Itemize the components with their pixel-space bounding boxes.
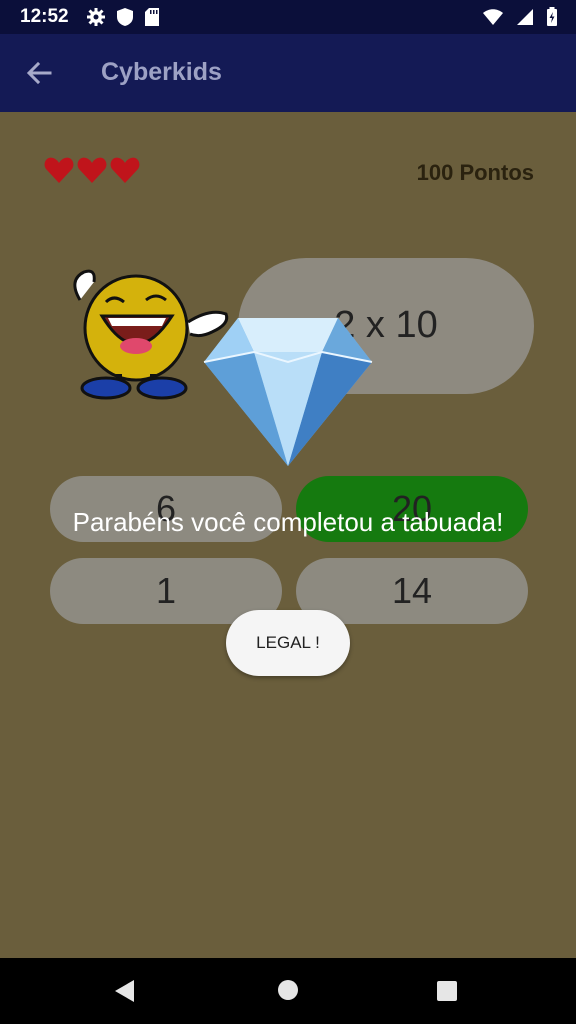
- sd-card-icon: [145, 8, 159, 26]
- completion-message: Parabéns você completou a tabuada!: [72, 507, 504, 537]
- app-title: Cyberkids: [101, 58, 222, 86]
- system-nav-bar: [0, 958, 576, 1024]
- status-icons-right: [482, 7, 558, 27]
- nav-home-icon[interactable]: [276, 978, 300, 1002]
- wifi-icon: [483, 9, 503, 25]
- diamond-icon: [203, 318, 373, 466]
- status-time: 12:52: [20, 6, 69, 27]
- heart-icon: [77, 157, 107, 183]
- signal-icon: [517, 9, 533, 25]
- status-bar: 12:52: [0, 0, 576, 34]
- points-counter: 100 Pontos: [416, 160, 534, 185]
- app-bar: Cyberkids: [0, 34, 576, 112]
- settings-icon: [87, 8, 105, 26]
- shield-icon: [117, 8, 133, 26]
- nav-back-icon[interactable]: [112, 978, 138, 1004]
- nav-recent-apps-icon[interactable]: [436, 980, 458, 1002]
- battery-icon: [547, 7, 557, 26]
- heart-icon: [44, 157, 74, 183]
- back-arrow-icon[interactable]: [22, 56, 56, 90]
- status-icons-left: [86, 7, 160, 27]
- heart-icon: [110, 157, 140, 183]
- legal-button[interactable]: LEGAL !: [226, 610, 350, 676]
- lives-indicator: [44, 156, 140, 184]
